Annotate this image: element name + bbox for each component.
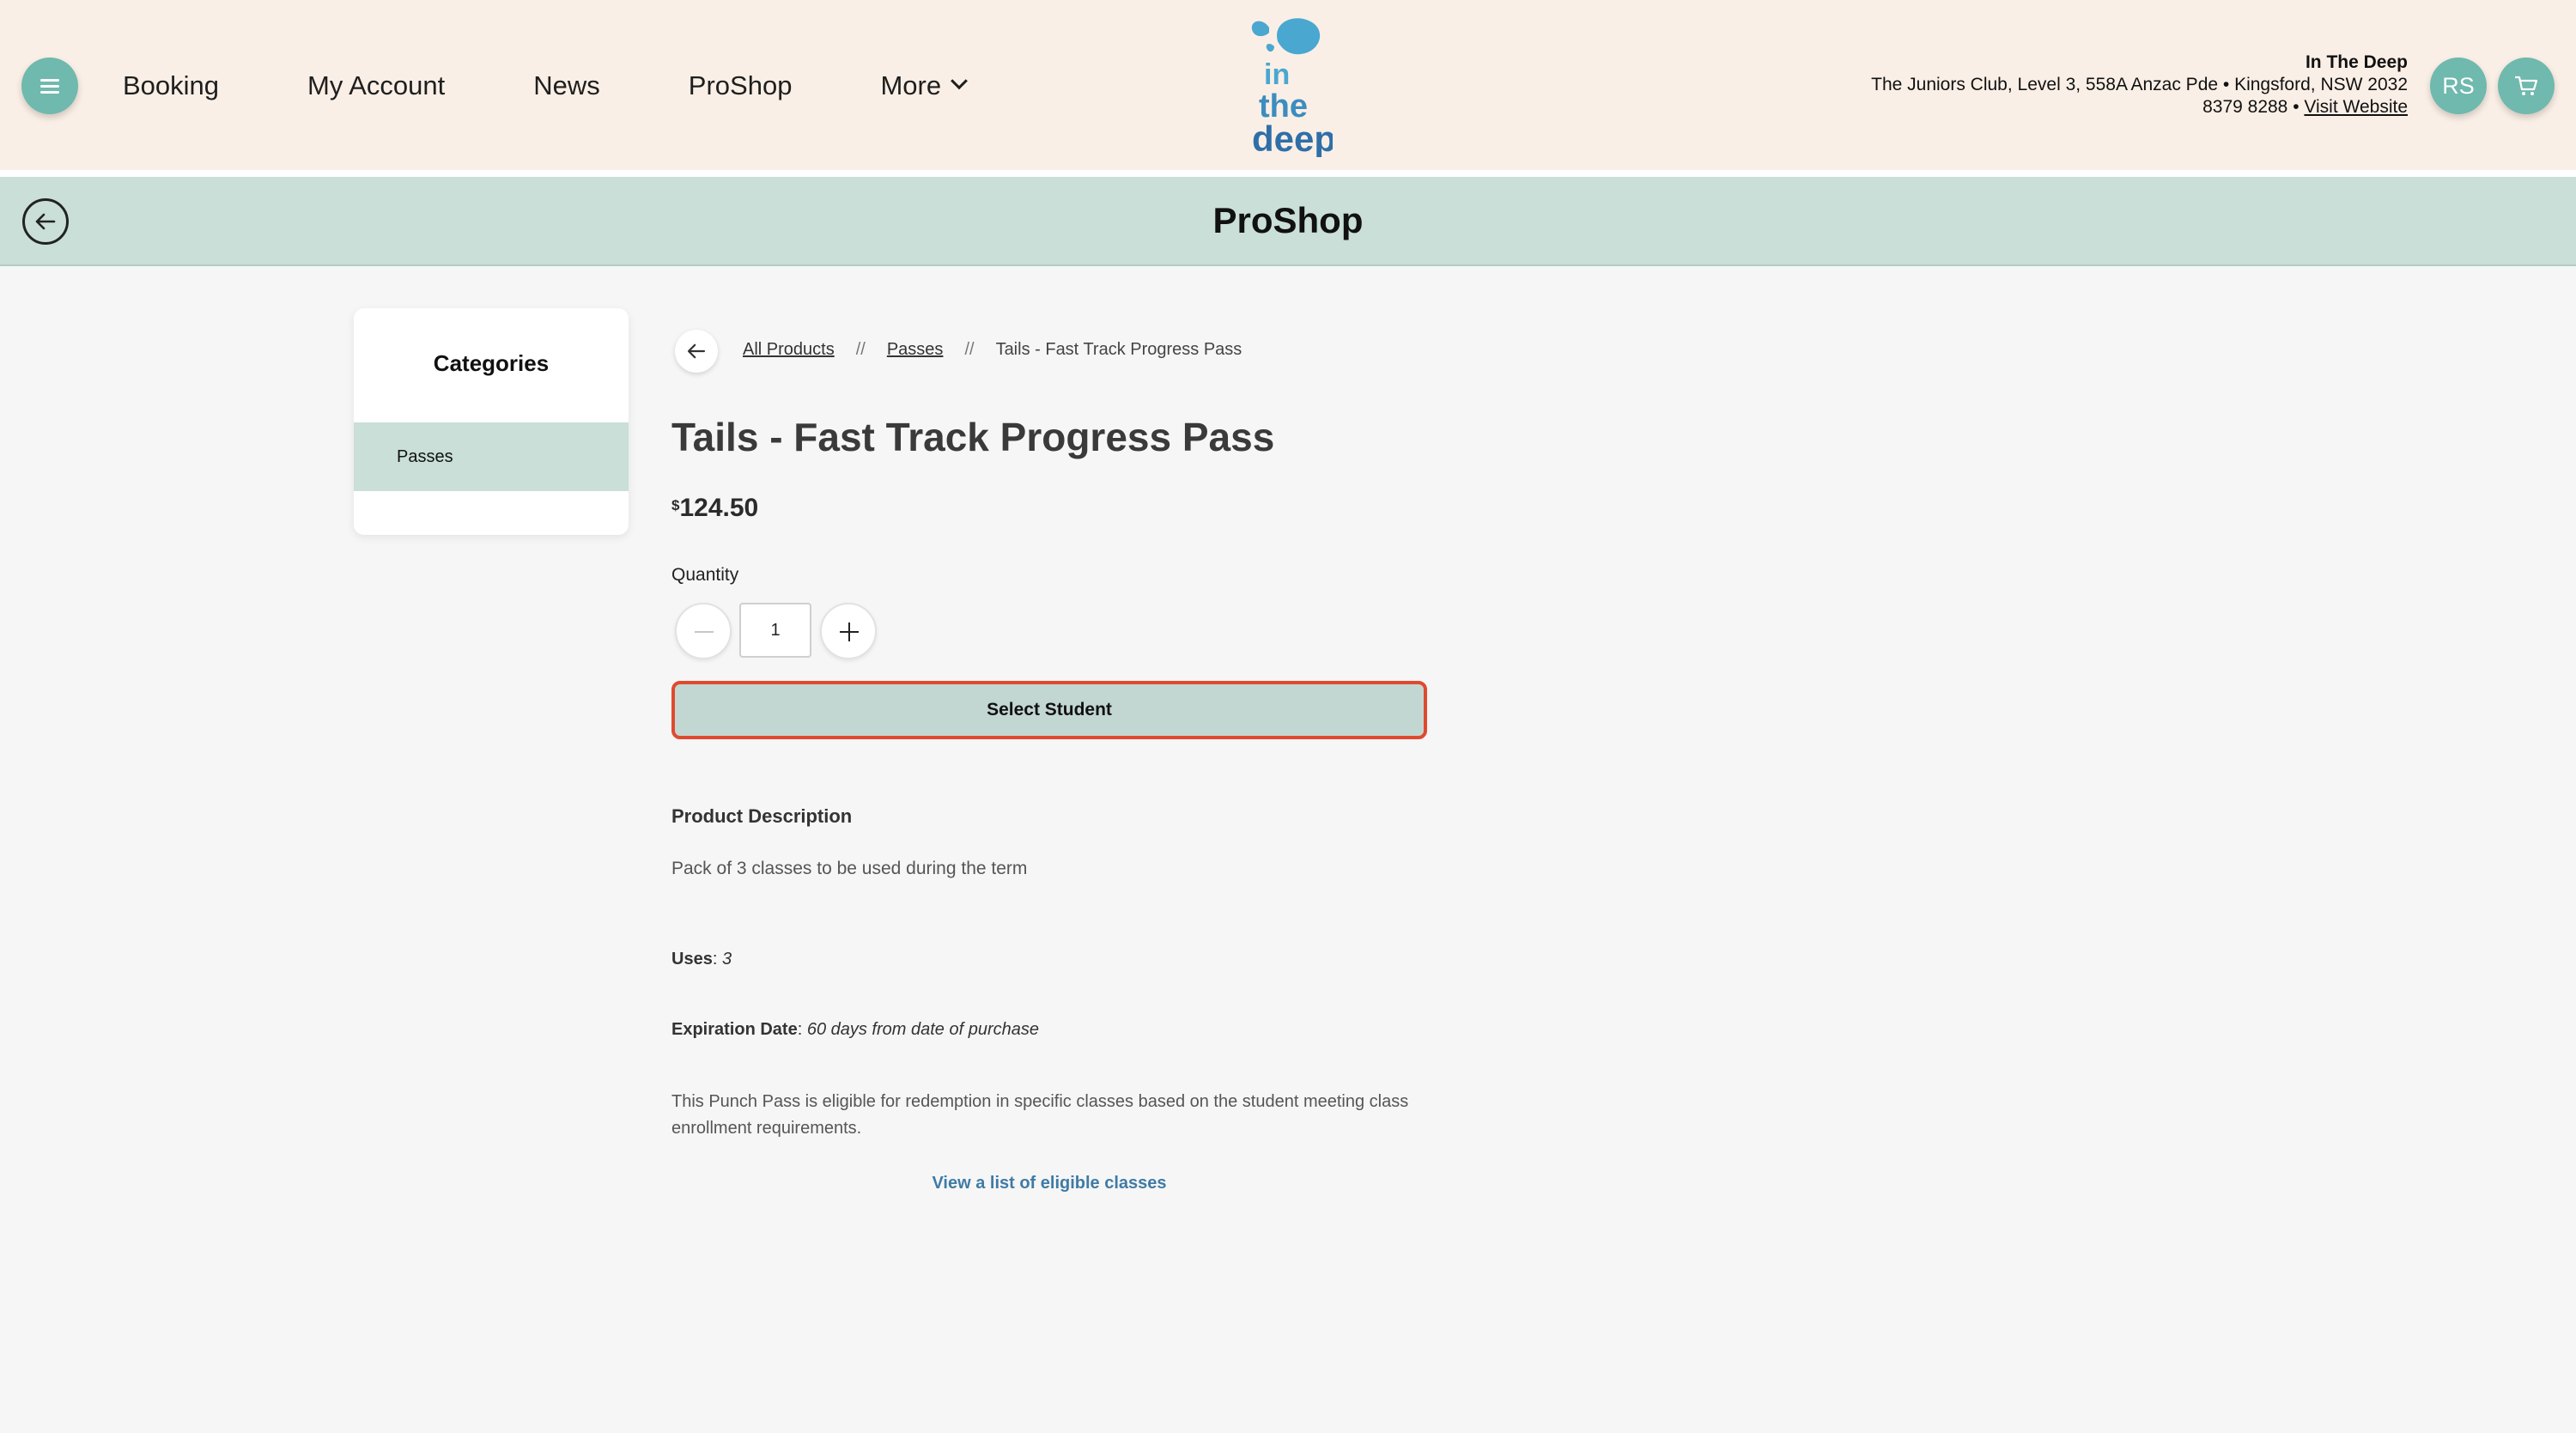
price-currency: $ [671,497,680,513]
header-divider [0,170,2576,177]
product-title: Tails - Fast Track Progress Pass [671,415,1275,459]
main-nav: Booking My Account News ProShop More [123,65,1054,106]
club-phone: 8379 8288 • [2202,97,2305,117]
cart-icon [2515,76,2538,95]
quantity-label: Quantity [671,565,739,585]
breadcrumb-current: Tails - Fast Track Progress Pass [995,340,1242,359]
in-the-deep-logo[interactable]: in the deep [1243,15,1333,157]
product-price: $124.50 [671,494,758,523]
cart-button[interactable] [2498,58,2555,114]
logo-word-in: in [1264,58,1290,91]
page-title: ProShop [1212,200,1364,240]
nav-more[interactable]: More [880,70,968,101]
menu-button[interactable] [21,58,78,114]
top-header: Booking My Account News ProShop More in … [0,0,2576,170]
nav-my-account[interactable]: My Account [307,70,445,101]
page-title-band: ProShop [0,177,2576,266]
expiration-label: Expiration Date [671,1020,798,1039]
logo-word-deep: deep [1252,118,1333,157]
categories-panel: Categories Passes [354,308,629,535]
hamburger-icon [40,84,59,88]
categories-title: Categories [433,350,550,376]
nav-news[interactable]: News [533,70,600,101]
chevron-down-icon [951,72,968,90]
visit-website-link[interactable]: Visit Website [2304,97,2408,117]
select-student-button[interactable]: Select Student [671,681,1427,739]
expiration-value: 60 days from date of purchase [806,1020,1039,1039]
breadcrumb-separator: // [964,340,975,359]
club-info: In The Deep The Juniors Club, Level 3, 5… [1871,52,2408,118]
expiration-info: Expiration Date: 60 days from date of pu… [671,1020,1039,1039]
quantity-increase-button[interactable] [820,603,877,659]
category-item-passes[interactable]: Passes [354,422,629,491]
breadcrumb-passes[interactable]: Passes [887,340,944,360]
club-contact-line: 8379 8288 • Visit Website [1871,96,2408,118]
uses-label: Uses [671,950,713,968]
club-address: The Juniors Club, Level 3, 558A Anzac Pd… [1871,75,2408,94]
breadcrumb-back-button[interactable] [675,330,718,373]
uses-value: 3 [721,950,732,968]
breadcrumb: All Products // Passes // Tails - Fast T… [743,340,1242,360]
uses-info: Uses: 3 [671,950,732,968]
user-avatar-button[interactable]: RS [2430,58,2487,114]
quantity-input[interactable] [739,603,811,658]
nav-booking[interactable]: Booking [123,70,219,101]
price-amount: 124.50 [679,494,759,522]
nav-more-label: More [880,70,942,100]
nav-proshop[interactable]: ProShop [689,70,793,101]
breadcrumb-separator: // [855,340,866,359]
quantity-decrease-button[interactable] [675,603,732,659]
club-name: In The Deep [2305,52,2408,72]
view-eligible-classes-link[interactable]: View a list of eligible classes [671,1174,1427,1193]
breadcrumb-all-products[interactable]: All Products [743,340,835,360]
product-description-heading: Product Description [671,805,853,827]
arrow-left-icon [687,343,706,359]
product-description: Pack of 3 classes to be used during the … [671,859,1028,878]
eligibility-text: This Punch Pass is eligible for redempti… [671,1092,1409,1138]
